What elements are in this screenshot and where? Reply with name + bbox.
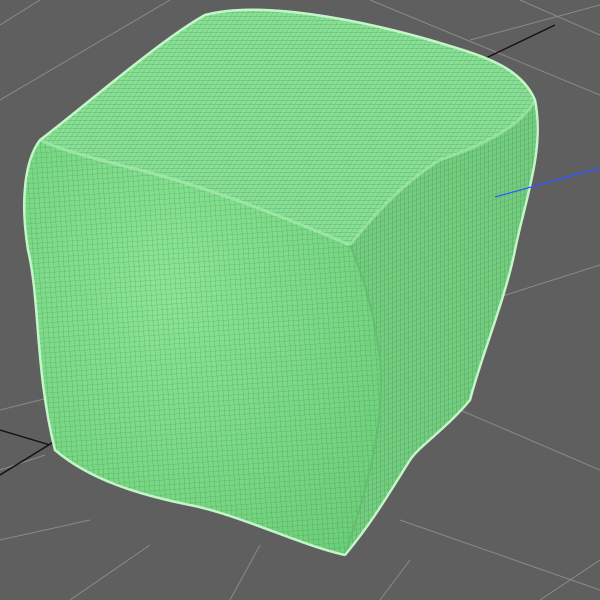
viewport-canvas[interactable] [0,0,600,600]
grid-line [519,0,600,36]
grid-line [229,544,261,600]
y-axis-line [0,429,51,446]
grid-line [69,544,151,600]
3d-viewport[interactable] [0,0,600,600]
grid-line [459,409,600,471]
grid-line [379,559,411,600]
grid-line [0,454,46,471]
y-axis-line [0,437,61,476]
grid-line [539,559,600,600]
cube-mesh[interactable] [23,8,539,557]
grid-line [0,519,91,541]
grid-line [0,0,41,26]
